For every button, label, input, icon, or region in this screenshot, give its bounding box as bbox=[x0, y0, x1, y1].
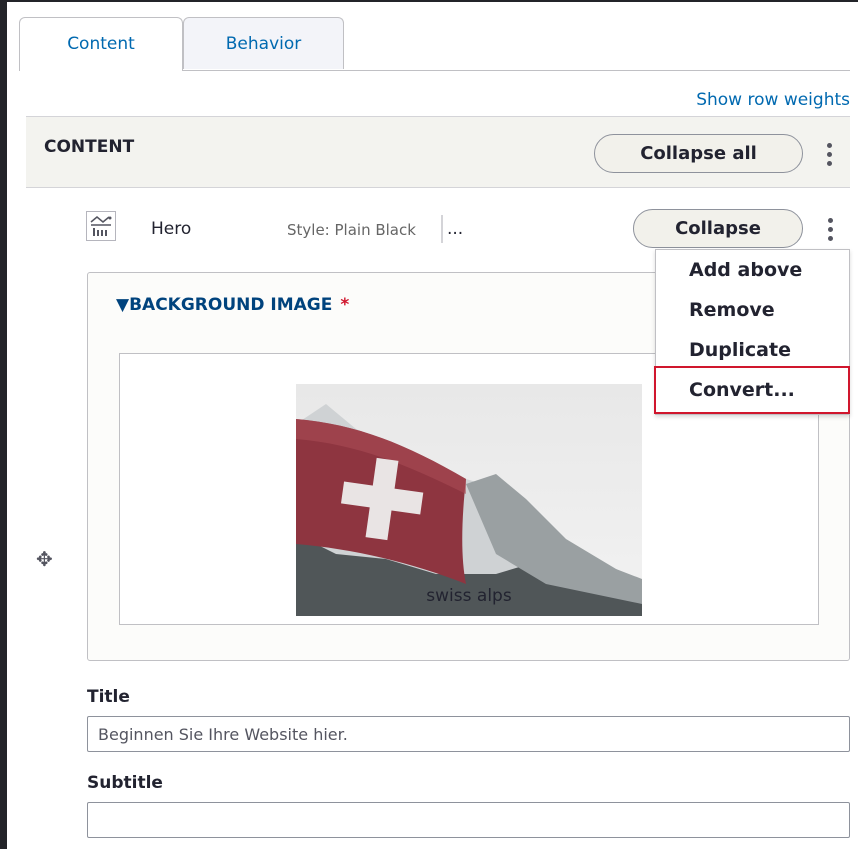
tab-content[interactable]: Content bbox=[19, 17, 183, 71]
window-edge bbox=[0, 0, 7, 849]
required-marker: * bbox=[340, 295, 350, 315]
image-caption: swiss alps bbox=[426, 586, 512, 606]
menu-duplicate[interactable]: Duplicate bbox=[689, 339, 791, 361]
paragraph-type-label: Hero bbox=[151, 219, 192, 239]
title-field[interactable] bbox=[87, 716, 850, 752]
header-actions-kebab-icon[interactable] bbox=[821, 141, 837, 171]
summary-divider bbox=[441, 215, 443, 243]
summary-more: ... bbox=[447, 219, 464, 239]
background-image-legend[interactable]: ▼BACKGROUND IMAGE * bbox=[116, 295, 349, 315]
paragraph-actions-kebab-icon[interactable] bbox=[822, 216, 838, 246]
paragraph-summary: Style: Plain Black bbox=[287, 221, 416, 239]
content-table-header: CONTENT Collapse all bbox=[26, 116, 850, 188]
background-image-legend-text: BACKGROUND IMAGE bbox=[129, 295, 333, 315]
paragraph-actions-menu: Add above Remove Duplicate Convert... bbox=[654, 249, 850, 415]
menu-remove[interactable]: Remove bbox=[689, 299, 775, 321]
collapse-all-button[interactable]: Collapse all bbox=[594, 134, 803, 173]
menu-add-above[interactable]: Add above bbox=[689, 259, 802, 281]
drag-handle-icon[interactable]: ✥ bbox=[36, 547, 53, 571]
window-top-edge bbox=[7, 0, 858, 2]
hero-paragraph-icon bbox=[86, 211, 116, 241]
subtitle-label: Subtitle bbox=[87, 773, 163, 793]
tab-bar: Content Behavior bbox=[19, 17, 850, 71]
content-section-title: CONTENT bbox=[44, 137, 135, 157]
subtitle-field[interactable] bbox=[87, 802, 850, 838]
collapse-button[interactable]: Collapse bbox=[633, 209, 803, 248]
swiss-alps-image bbox=[296, 384, 642, 616]
title-label: Title bbox=[87, 687, 130, 707]
tab-behavior[interactable]: Behavior bbox=[183, 17, 344, 69]
convert-highlight bbox=[654, 366, 850, 414]
show-row-weights-link[interactable]: Show row weights bbox=[696, 90, 850, 110]
collapse-triangle-icon: ▼ bbox=[116, 295, 130, 315]
